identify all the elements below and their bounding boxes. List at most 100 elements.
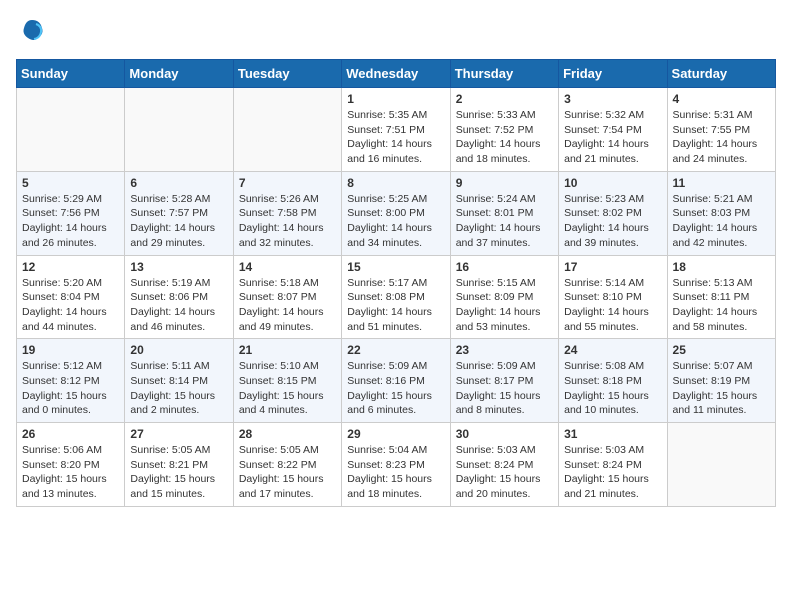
- day-info-line: Sunset: 8:19 PM: [673, 375, 751, 387]
- day-info-line: Sunrise: 5:10 AM: [239, 360, 319, 372]
- day-number: 8: [347, 176, 444, 190]
- calendar-cell: 27 Sunrise: 5:05 AMSunset: 8:21 PMDayligh…: [125, 423, 233, 507]
- day-info-line: and 44 minutes.: [22, 321, 97, 333]
- day-info-line: Sunrise: 5:24 AM: [456, 193, 536, 205]
- day-number: 12: [22, 260, 119, 274]
- calendar-cell: 9Sunrise: 5:24 AMSunset: 8:01 PMDaylight…: [450, 171, 558, 255]
- calendar-week-4: 19 Sunrise: 5:12 AM Sunset: 8:12 PM Dayligh…: [17, 339, 776, 423]
- day-info-line: Sunrise: 5:23 AM: [564, 193, 644, 205]
- calendar-cell: 16Sunrise: 5:15 AMSunset: 8:09 PMDayligh…: [450, 255, 558, 339]
- logo: [16, 16, 46, 49]
- day-info-line: Sunset: 8:12 PM: [22, 375, 100, 387]
- day-number: 30: [456, 427, 553, 441]
- day-info-line: Sunrise: 5:03 AM: [564, 444, 644, 456]
- day-info: Sunrise: 5:08 AMSunset: 8:18 PMDaylight:…: [564, 359, 661, 418]
- day-info-line: Daylight: 15 hours: [347, 473, 432, 485]
- day-info: Sunrise: 5:05 AMSunset: 8:21 PMDaylight:…: [130, 443, 227, 502]
- calendar-cell: 18 Sunrise: 5:13 AMSunset: 8:11 PMDayligh…: [667, 255, 775, 339]
- day-number: 27: [130, 427, 227, 441]
- day-number: 25: [673, 343, 770, 357]
- day-info-line: Daylight: 15 hours: [564, 473, 649, 485]
- day-number: 10: [564, 176, 661, 190]
- day-info: Sunrise: 5:10 AMSunset: 8:15 PMDaylight:…: [239, 359, 336, 418]
- day-info-line: Sunrise: 5:33 AM: [456, 109, 536, 121]
- day-info-line: Daylight: 14 hours: [347, 306, 432, 318]
- day-info-line: Daylight: 15 hours: [239, 473, 324, 485]
- day-info-line: Daylight: 14 hours: [239, 222, 324, 234]
- calendar-table: SundayMondayTuesdayWednesdayThursdayFrid…: [16, 59, 776, 507]
- day-info: Sunrise: 5:24 AMSunset: 8:01 PMDaylight:…: [456, 192, 553, 251]
- day-info-line: Daylight: 15 hours: [673, 390, 758, 402]
- calendar-week-3: 12Sunrise: 5:20 AMSunset: 8:04 PMDayligh…: [17, 255, 776, 339]
- day-info-line: and 4 minutes.: [239, 404, 308, 416]
- day-info-line: Sunset: 8:22 PM: [239, 459, 317, 471]
- day-info-line: Sunrise: 5:06 AM: [22, 444, 102, 456]
- day-info-line: Daylight: 14 hours: [564, 306, 649, 318]
- calendar-cell: 28Sunrise: 5:05 AMSunset: 8:22 PMDayligh…: [233, 423, 341, 507]
- day-info-line: Sunrise: 5:18 AM: [239, 277, 319, 289]
- day-info-line: Sunset: 8:15 PM: [239, 375, 317, 387]
- calendar-cell: 26Sunrise: 5:06 AMSunset: 8:20 PMDayligh…: [17, 423, 125, 507]
- calendar-cell: 21Sunrise: 5:10 AMSunset: 8:15 PMDayligh…: [233, 339, 341, 423]
- day-number: 19: [22, 343, 119, 357]
- day-info-line: Daylight: 15 hours: [130, 473, 215, 485]
- day-info: Sunrise: 5:19 AMSunset: 8:06 PMDaylight:…: [130, 276, 227, 335]
- day-info-line: Daylight: 14 hours: [347, 138, 432, 150]
- day-number: 4: [673, 92, 770, 106]
- day-number: 21: [239, 343, 336, 357]
- day-info-line: Daylight: 14 hours: [564, 138, 649, 150]
- day-number: 18: [673, 260, 770, 274]
- day-info-line: Sunrise: 5:11 AM: [130, 360, 209, 372]
- day-info-line: Sunrise: 5:07 AM: [673, 360, 753, 372]
- day-info-line: and 18 minutes.: [347, 488, 422, 500]
- day-info-line: Daylight: 14 hours: [347, 222, 432, 234]
- day-info-line: Daylight: 14 hours: [22, 306, 107, 318]
- day-info-line: Sunset: 7:56 PM: [22, 207, 100, 219]
- day-info: Sunrise: 5:29 AMSunset: 7:56 PMDaylight:…: [22, 192, 119, 251]
- day-info-line: Sunrise: 5:08 AM: [564, 360, 644, 372]
- day-info-line: Sunrise: 5:32 AM: [564, 109, 644, 121]
- day-info: Sunrise: 5:26 AMSunset: 7:58 PMDaylight:…: [239, 192, 336, 251]
- calendar-cell: 17Sunrise: 5:14 AMSunset: 8:10 PMDayligh…: [559, 255, 667, 339]
- calendar-cell: 15Sunrise: 5:17 AMSunset: 8:08 PMDayligh…: [342, 255, 450, 339]
- day-info-line: and 55 minutes.: [564, 321, 639, 333]
- day-info-line: Daylight: 15 hours: [130, 390, 215, 402]
- day-info-line: and 10 minutes.: [564, 404, 639, 416]
- day-info-line: Daylight: 14 hours: [673, 306, 758, 318]
- day-info-line: Sunrise: 5:09 AM: [456, 360, 536, 372]
- calendar-cell: 12Sunrise: 5:20 AMSunset: 8:04 PMDayligh…: [17, 255, 125, 339]
- day-info-line: and 15 minutes.: [130, 488, 205, 500]
- day-info-line: Sunset: 8:20 PM: [22, 459, 100, 471]
- day-info-line: and 49 minutes.: [239, 321, 314, 333]
- day-info-line: and 21 minutes.: [564, 488, 639, 500]
- day-number: 11: [673, 176, 770, 190]
- day-info: Sunrise: 5:35 AMSunset: 7:51 PMDaylight:…: [347, 108, 444, 167]
- day-info-line: Sunset: 7:58 PM: [239, 207, 317, 219]
- day-info-line: Daylight: 14 hours: [673, 222, 758, 234]
- calendar-cell: 7Sunrise: 5:26 AMSunset: 7:58 PMDaylight…: [233, 171, 341, 255]
- day-info-line: Daylight: 14 hours: [456, 306, 541, 318]
- day-info-line: Daylight: 15 hours: [22, 390, 107, 402]
- day-info-line: Daylight: 14 hours: [239, 306, 324, 318]
- calendar-cell: 14Sunrise: 5:18 AMSunset: 8:07 PMDayligh…: [233, 255, 341, 339]
- weekday-header-thursday: Thursday: [450, 60, 558, 88]
- day-number: 22: [347, 343, 444, 357]
- day-number: 17: [564, 260, 661, 274]
- calendar-cell: [125, 88, 233, 172]
- day-info-line: Sunrise: 5:09 AM: [347, 360, 427, 372]
- day-info: Sunrise: 5:04 AMSunset: 8:23 PMDaylight:…: [347, 443, 444, 502]
- day-info-line: Sunset: 8:06 PM: [130, 291, 208, 303]
- day-info-line: and 46 minutes.: [130, 321, 205, 333]
- day-info-line: Daylight: 14 hours: [456, 138, 541, 150]
- day-info-line: Sunset: 8:01 PM: [456, 207, 534, 219]
- day-number: 1: [347, 92, 444, 106]
- day-info-line: Sunset: 8:04 PM: [22, 291, 100, 303]
- day-info: Sunrise: 5:13 AMSunset: 8:11 PMDaylight:…: [673, 276, 770, 335]
- day-number: 23: [456, 343, 553, 357]
- day-info: Sunrise: 5:33 AMSunset: 7:52 PMDaylight:…: [456, 108, 553, 167]
- day-info: Sunrise: 5:17 AMSunset: 8:08 PMDaylight:…: [347, 276, 444, 335]
- day-info-line: Daylight: 15 hours: [22, 473, 107, 485]
- day-info-line: Sunrise: 5:12 AM: [22, 360, 102, 372]
- day-info: Sunrise: 5:21 AMSunset: 8:03 PMDaylight:…: [673, 192, 770, 251]
- calendar-cell: [17, 88, 125, 172]
